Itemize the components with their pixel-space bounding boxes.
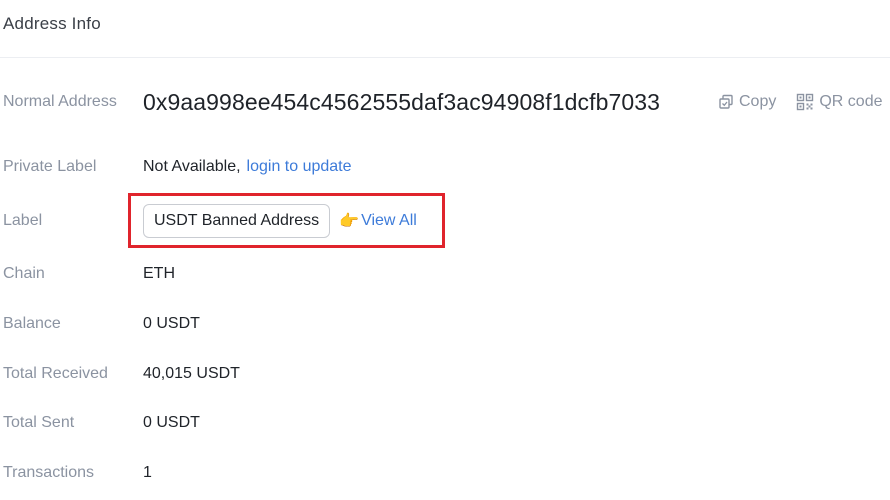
private-label-label: Private Label [3,158,97,175]
chain-label: Chain [3,265,45,282]
total-received-value: 40,015 USDT [143,365,240,382]
balance-value: 0 USDT [143,315,200,332]
label-label: Label [3,212,43,229]
chain-row: Chain ETH [3,262,890,286]
total-received-row: Total Received 40,015 USDT [3,362,890,386]
total-sent-value: 0 USDT [143,414,200,431]
usdt-banned-address-tag[interactable]: USDT Banned Address [143,204,331,238]
transactions-value: 1 [143,464,152,481]
balance-label: Balance [3,315,61,332]
chain-value: ETH [143,265,175,282]
copy-icon [718,94,734,110]
copy-label: Copy [739,93,777,110]
login-to-update-link[interactable]: login to update [247,158,352,176]
transactions-label: Transactions [3,464,94,481]
address-info-card: Address Info Normal Address 0x9aa998ee45… [0,0,890,500]
total-sent-row: Total Sent 0 USDT [3,411,890,435]
balance-row: Balance 0 USDT [3,312,890,336]
total-received-label: Total Received [3,365,108,382]
address-label: Normal Address [3,93,117,110]
address-actions: Copy QR code [718,86,883,118]
address-value: 0x9aa998ee454c4562555daf3ac94908f1dcfb70… [143,88,661,115]
qr-code-button[interactable]: QR code [796,93,883,111]
label-row: Label USDT Banned Address 👉 View All [3,203,890,239]
transactions-row: Transactions 1 [3,461,890,485]
divider [0,57,890,58]
view-all-label: View All [361,212,417,229]
total-sent-label: Total Sent [3,414,75,431]
qr-code-icon [796,93,814,111]
card-title: Address Info [3,14,101,33]
view-all-link[interactable]: 👉 View All [339,211,417,231]
private-label-value: Not Available, login to update [143,158,352,176]
private-label-text: Not Available, [143,158,241,175]
pointing-hand-icon: 👉 [339,213,360,230]
private-label-row: Private Label Not Available, login to up… [3,155,890,179]
address-row: Normal Address 0x9aa998ee454c4562555daf3… [3,86,890,118]
copy-button[interactable]: Copy [718,93,776,111]
label-value: USDT Banned Address 👉 View All [143,204,417,238]
qr-code-label: QR code [819,93,883,110]
